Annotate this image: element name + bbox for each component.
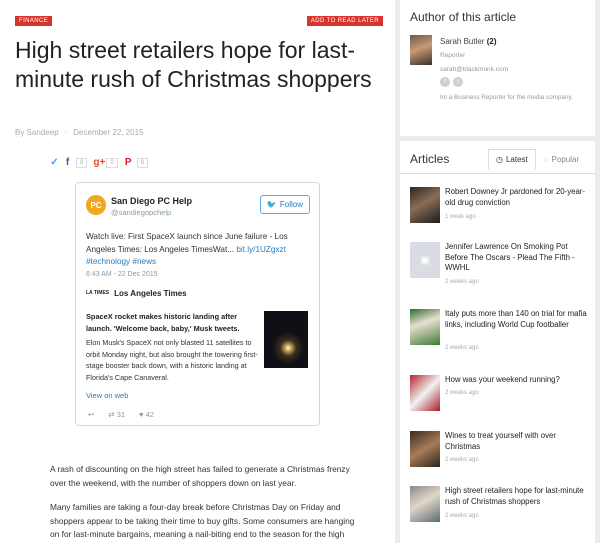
article-link[interactable]: Italy puts more than 140 on trial for ma… xyxy=(445,309,590,330)
rocket-landing-image[interactable] xyxy=(264,311,308,368)
paragraph: Many families are taking a four-day brea… xyxy=(50,502,355,543)
article-link[interactable]: Wines to treat yourself with over Christ… xyxy=(445,431,590,452)
article-time: 2 weeks ago xyxy=(445,390,479,396)
retweet-count: 31 xyxy=(116,410,126,419)
heart-icon: ♥ xyxy=(139,410,144,419)
author-bio: Im a Business Reporter for the media com… xyxy=(440,94,573,101)
author-role: Reporter xyxy=(440,52,466,59)
tweet-link[interactable]: bit.ly/1UZgxzt xyxy=(236,245,286,254)
tweet-text: Watch live: First SpaceX launch since Ju… xyxy=(86,231,314,269)
article-author[interactable]: By Sandeep xyxy=(15,128,59,137)
follow-button[interactable]: 🐦 Follow xyxy=(259,195,310,214)
author-social: f t xyxy=(440,77,463,87)
embedded-tweet: PC San Diego PC Help @sandiegopchelp 🐦 F… xyxy=(75,182,320,426)
article-link[interactable]: Robert Downey Jr pardoned for 20-year-ol… xyxy=(445,187,590,208)
pinterest-icon[interactable]: P xyxy=(124,157,133,168)
tweet-author-handle[interactable]: @sandiegopchelp xyxy=(111,208,171,217)
source-name: Los Angeles Times xyxy=(114,289,187,298)
twitter-icon[interactable]: ✓ xyxy=(50,157,59,168)
tabs-divider xyxy=(400,173,595,174)
view-on-web-link[interactable]: View on web xyxy=(86,391,128,400)
google-count: 0 xyxy=(106,157,118,168)
retweet-icon: ⇄ xyxy=(108,410,115,419)
articles-widget: Articles ◷ Latest ◌ Popular Robert Downe… xyxy=(400,141,595,543)
read-later-button[interactable]: ADD TO READ LATER xyxy=(306,16,383,26)
la-times-logo: LA TIMES xyxy=(86,290,110,296)
author-name[interactable]: Sarah Butler (2) xyxy=(440,37,496,46)
google-plus-icon[interactable]: g+ xyxy=(93,157,105,168)
tab-latest[interactable]: ◷ Latest xyxy=(488,149,536,170)
category-badge[interactable]: FINANCE xyxy=(15,16,53,26)
image-placeholder-icon: ▣ xyxy=(420,254,430,266)
clock-icon: ◷ xyxy=(496,155,503,164)
author-email[interactable]: sarah@blackmonk.com xyxy=(440,66,508,73)
paragraph: A rash of discounting on the high street… xyxy=(50,464,350,488)
tweet-hashtags[interactable]: #technology #news xyxy=(86,257,156,266)
articles-widget-title: Articles xyxy=(410,152,450,166)
article-time: 1 week ago xyxy=(445,214,476,220)
tab-popular[interactable]: ◌ Popular xyxy=(536,149,587,170)
article-title: High street retailers hope for last-minu… xyxy=(15,37,372,92)
article-main: FINANCE ADD TO READ LATER High street re… xyxy=(0,0,395,543)
article-thumbnail[interactable] xyxy=(410,309,440,345)
like-button[interactable]: ♥ 42 xyxy=(139,410,154,419)
article-link[interactable]: How was your weekend running? xyxy=(445,375,590,386)
card-title: SpaceX rocket makes historic landing aft… xyxy=(86,312,240,333)
article-thumbnail[interactable] xyxy=(410,375,440,411)
article-thumbnail[interactable] xyxy=(410,187,440,223)
tab-latest-label: Latest xyxy=(505,155,528,164)
article-body: A rash of discounting on the high street… xyxy=(50,463,360,543)
author-avatar[interactable] xyxy=(410,35,432,65)
article-thumbnail[interactable] xyxy=(410,431,440,467)
card-description: Elon Musk's SpaceX not only blasted 11 s… xyxy=(86,338,258,382)
tab-popular-label: Popular xyxy=(551,155,580,164)
circle-icon: ◌ xyxy=(543,155,549,164)
retweet-button[interactable]: ⇄ 31 xyxy=(108,410,125,419)
article-link[interactable]: High street retailers hope for last-minu… xyxy=(445,486,590,507)
pinterest-count: 0 xyxy=(136,157,149,168)
tweet-actions: ↩ ⇄ 31 ♥ 42 xyxy=(88,410,154,419)
article-link[interactable]: Jennifer Lawrence On Smoking Pot Before … xyxy=(445,242,590,274)
author-widget-title: Author of this article xyxy=(410,10,517,24)
facebook-icon[interactable]: f xyxy=(440,77,450,87)
facebook-icon[interactable]: f xyxy=(63,157,72,168)
list-item[interactable]: Wines to treat yourself with over Christ… xyxy=(410,431,590,471)
tweet-card[interactable]: SpaceX rocket makes historic landing aft… xyxy=(86,311,259,383)
tweet-avatar[interactable]: PC xyxy=(86,195,106,215)
article-time: 2 weeks ago xyxy=(445,513,479,519)
like-count: 42 xyxy=(145,410,154,419)
twitter-icon[interactable]: t xyxy=(453,77,463,87)
article-time: 2 weeks ago xyxy=(445,345,479,351)
twitter-bird-icon: 🐦 xyxy=(266,200,277,209)
tweet-author-name[interactable]: San Diego PC Help xyxy=(111,196,192,206)
author-widget: Author of this article Sarah Butler (2) … xyxy=(400,0,595,136)
list-item[interactable]: ▣ Jennifer Lawrence On Smoking Pot Befor… xyxy=(410,242,590,285)
author-name-text: Sarah Butler xyxy=(440,37,485,46)
article-time: 2 weeks ago xyxy=(445,279,479,285)
follow-label: Follow xyxy=(279,200,303,209)
article-thumbnail[interactable] xyxy=(410,486,440,522)
article-date: December 22, 2015 xyxy=(73,128,144,137)
article-thumbnail[interactable]: ▣ xyxy=(410,242,440,278)
article-time: 2 weeks ago xyxy=(445,457,479,463)
tweet-date[interactable]: 6:43 AM - 22 Dec 2015 xyxy=(86,271,158,278)
article-meta: By Sandeep · December 22, 2015 xyxy=(15,128,144,137)
author-article-count: (2) xyxy=(486,37,497,46)
list-item[interactable]: Italy puts more than 140 on trial for ma… xyxy=(410,309,590,351)
list-item[interactable]: High street retailers hope for last-minu… xyxy=(410,486,590,526)
facebook-count: 0 xyxy=(76,157,88,168)
list-item[interactable]: How was your weekend running? 2 weeks ag… xyxy=(410,375,590,415)
reply-icon[interactable]: ↩ xyxy=(88,410,94,419)
share-bar: ✓ f 0 g+ 0 P 0 xyxy=(50,157,150,168)
list-item[interactable]: Robert Downey Jr pardoned for 20-year-ol… xyxy=(410,187,590,227)
articles-tabs: ◷ Latest ◌ Popular xyxy=(488,149,587,170)
tweet-card-source[interactable]: LA TIMES Los Angeles Times xyxy=(86,289,187,298)
